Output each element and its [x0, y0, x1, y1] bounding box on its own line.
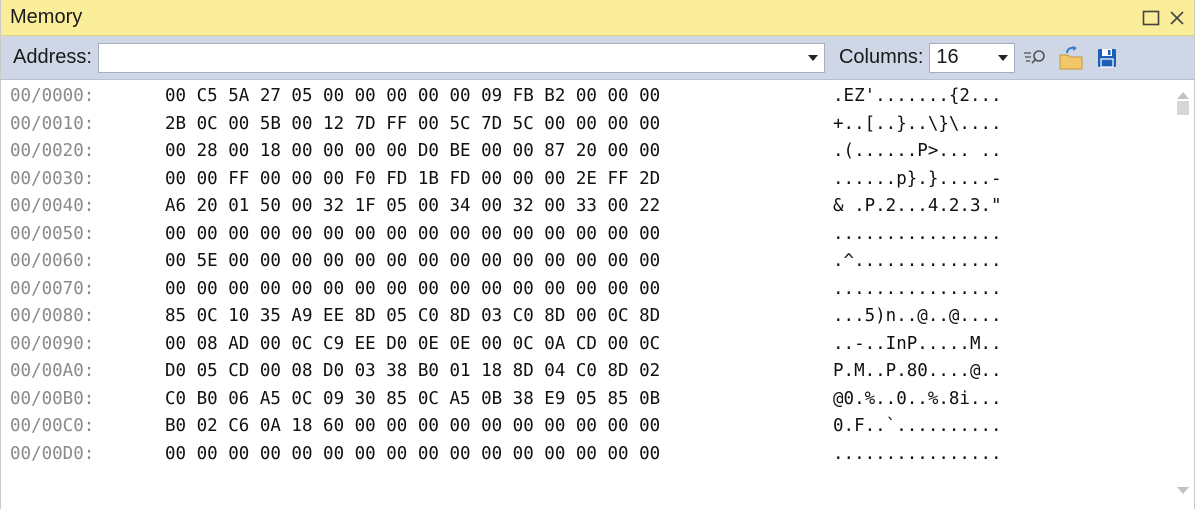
- scrollbar-thumb[interactable]: [1177, 101, 1189, 115]
- restore-window-icon[interactable]: [1138, 5, 1164, 31]
- columns-select[interactable]: 16: [929, 42, 1016, 73]
- row-ascii[interactable]: ................: [833, 276, 1002, 304]
- memory-rows[interactable]: 00/0000: 00 C5 5A 27 05 00 00 00 00 00 09…: [1, 80, 1172, 507]
- row-hex-bytes[interactable]: 00 08 AD 00 0C C9 EE D0 0E 0E 00 0C 0A C…: [165, 331, 833, 359]
- row-ascii[interactable]: ......p}.}.....-: [833, 166, 1002, 194]
- row-ascii[interactable]: @0.%..0..%.8i...: [833, 386, 1002, 414]
- memory-row[interactable]: 00/0050: 00 00 00 00 00 00 00 00 00 00 00…: [10, 221, 1172, 249]
- row-address: 00/0030:: [10, 168, 95, 189]
- row-ascii[interactable]: .^..............: [833, 248, 1002, 276]
- row-address: 00/00A0:: [10, 361, 95, 381]
- window-title: Memory: [10, 6, 83, 28]
- memory-row[interactable]: 00/0020: 00 28 00 18 00 00 00 00 D0 BE 00…: [10, 138, 1172, 166]
- memory-row[interactable]: 00/00D0: 00 00 00 00 00 00 00 00 00 00 00…: [10, 441, 1172, 469]
- row-address: 00/0090:: [10, 333, 95, 354]
- row-address: 00/0050:: [10, 223, 95, 244]
- memory-row[interactable]: 00/00C0: B0 02 C6 0A 18 60 00 00 00 00 00…: [10, 413, 1172, 441]
- row-ascii[interactable]: ................: [833, 221, 1002, 249]
- row-hex-bytes[interactable]: 00 C5 5A 27 05 00 00 00 00 00 09 FB B2 0…: [165, 83, 833, 111]
- close-icon[interactable]: [1164, 5, 1190, 31]
- scroll-down-icon[interactable]: [1177, 481, 1189, 499]
- memory-row[interactable]: 00/00A0: D0 05 CD 00 08 D0 03 38 B0 01 18…: [10, 358, 1172, 386]
- vertical-scrollbar[interactable]: [1172, 80, 1194, 507]
- row-address: 00/0080:: [10, 306, 95, 326]
- row-ascii[interactable]: ..-..InP.....M..: [833, 331, 1002, 359]
- row-hex-bytes[interactable]: 00 00 00 00 00 00 00 00 00 00 00 00 00 0…: [165, 221, 833, 249]
- memory-row[interactable]: 00/0080: 85 0C 10 35 A9 EE 8D 05 C0 8D 03…: [10, 303, 1172, 331]
- memory-row[interactable]: 00/0010: 2B 0C 00 5B 00 12 7D FF 00 5C 7D…: [10, 111, 1172, 139]
- address-combobox[interactable]: [97, 42, 825, 73]
- row-ascii[interactable]: & .P.2...4.2.3.": [833, 193, 1002, 221]
- row-hex-bytes[interactable]: C0 B0 06 A5 0C 09 30 85 0C A5 0B 38 E9 0…: [165, 386, 833, 414]
- row-ascii[interactable]: ................: [833, 441, 1002, 469]
- memory-content: 00/0000: 00 C5 5A 27 05 00 00 00 00 00 09…: [1, 80, 1194, 507]
- row-address: 00/0070:: [10, 278, 95, 299]
- address-input[interactable]: [98, 44, 802, 71]
- row-hex-bytes[interactable]: 85 0C 10 35 A9 EE 8D 05 C0 8D 03 C0 8D 0…: [165, 303, 833, 331]
- row-address: 00/0040:: [10, 196, 95, 216]
- title-bar: Memory: [1, 0, 1194, 36]
- row-address: 00/00D0:: [10, 443, 95, 464]
- row-ascii[interactable]: .(......P>... ..: [833, 138, 1002, 166]
- row-hex-bytes[interactable]: 00 00 00 00 00 00 00 00 00 00 00 00 00 0…: [165, 276, 833, 304]
- row-address: 00/0060:: [10, 251, 95, 271]
- memory-window: Memory Address: Columns: 16 00/0000: 00 …: [0, 0, 1195, 509]
- columns-value: 16: [936, 46, 959, 68]
- reevaluate-icon[interactable]: [1019, 42, 1051, 74]
- memory-row[interactable]: 00/0040: A6 20 01 50 00 32 1F 05 00 34 00…: [10, 193, 1172, 221]
- row-ascii[interactable]: +..[..}..\}\....: [833, 111, 1002, 139]
- memory-row[interactable]: 00/0060: 00 5E 00 00 00 00 00 00 00 00 00…: [10, 248, 1172, 276]
- row-ascii[interactable]: 0.F..`..........: [833, 413, 1002, 441]
- row-address: 00/00C0:: [10, 416, 95, 436]
- row-hex-bytes[interactable]: A6 20 01 50 00 32 1F 05 00 34 00 32 00 3…: [165, 193, 833, 221]
- row-hex-bytes[interactable]: 00 00 00 00 00 00 00 00 00 00 00 00 00 0…: [165, 441, 833, 469]
- row-ascii[interactable]: .EZ'.......{2...: [833, 83, 1002, 111]
- row-hex-bytes[interactable]: 2B 0C 00 5B 00 12 7D FF 00 5C 7D 5C 00 0…: [165, 111, 833, 139]
- row-hex-bytes[interactable]: B0 02 C6 0A 18 60 00 00 00 00 00 00 00 0…: [165, 413, 833, 441]
- row-hex-bytes[interactable]: 00 00 FF 00 00 00 F0 FD 1B FD 00 00 00 2…: [165, 166, 833, 194]
- save-icon[interactable]: [1091, 42, 1123, 74]
- memory-row[interactable]: 00/0090: 00 08 AD 00 0C C9 EE D0 0E 0E 00…: [10, 331, 1172, 359]
- memory-row[interactable]: 00/0000: 00 C5 5A 27 05 00 00 00 00 00 09…: [10, 83, 1172, 111]
- toolbar: Address: Columns: 16: [1, 36, 1194, 80]
- row-ascii[interactable]: P.M..P.80....@..: [833, 358, 1002, 386]
- address-label: Address:: [13, 46, 92, 68]
- row-hex-bytes[interactable]: D0 05 CD 00 08 D0 03 38 B0 01 18 8D 04 C…: [165, 358, 833, 386]
- memory-row[interactable]: 00/0070: 00 00 00 00 00 00 00 00 00 00 00…: [10, 276, 1172, 304]
- row-ascii[interactable]: ...5)n..@..@....: [833, 303, 1002, 331]
- chevron-down-icon[interactable]: [802, 44, 824, 72]
- reload-icon[interactable]: [1055, 42, 1087, 74]
- row-hex-bytes[interactable]: 00 5E 00 00 00 00 00 00 00 00 00 00 00 0…: [165, 248, 833, 276]
- row-hex-bytes[interactable]: 00 28 00 18 00 00 00 00 D0 BE 00 00 87 2…: [165, 138, 833, 166]
- chevron-down-icon[interactable]: [992, 44, 1014, 72]
- columns-label: Columns:: [838, 46, 924, 68]
- row-address: 00/0020:: [10, 141, 95, 161]
- memory-row[interactable]: 00/0030: 00 00 FF 00 00 00 F0 FD 1B FD 00…: [10, 166, 1172, 194]
- row-address: 00/0010:: [10, 113, 95, 134]
- row-address: 00/00B0:: [10, 388, 95, 409]
- row-address: 00/0000:: [10, 86, 95, 106]
- memory-row[interactable]: 00/00B0: C0 B0 06 A5 0C 09 30 85 0C A5 0B…: [10, 386, 1172, 414]
